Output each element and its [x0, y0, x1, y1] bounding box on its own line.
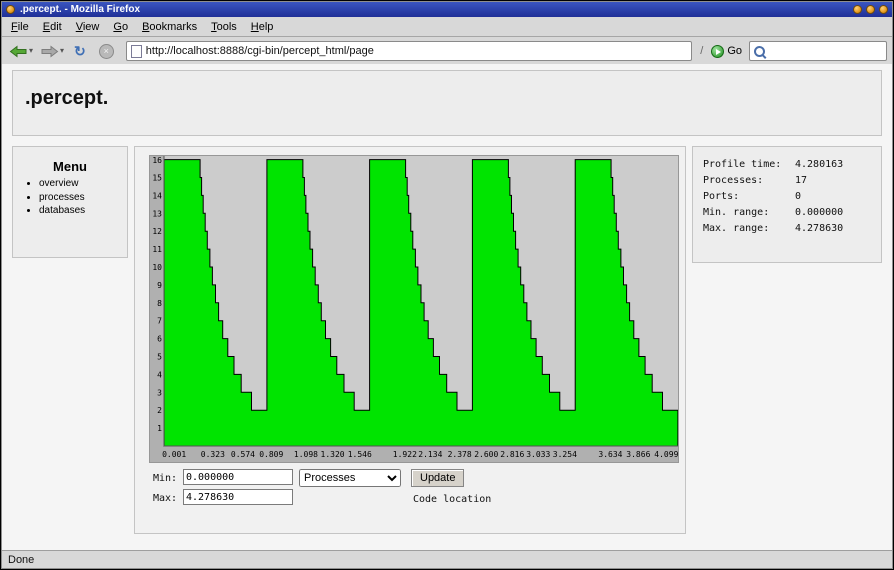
svg-text:7: 7 [157, 317, 162, 326]
stop-button[interactable]: × [94, 43, 119, 60]
max-label: Max: [153, 493, 177, 504]
svg-text:3.033: 3.033 [526, 450, 550, 459]
menu-list: overview processes databases [39, 177, 127, 218]
stop-icon: × [99, 44, 114, 59]
svg-text:16: 16 [152, 156, 162, 165]
svg-text:9: 9 [157, 281, 162, 290]
process-activity-chart: 16 15 14 13 12 11 10 9 8 7 6 5 4 3 2 1 0.001 0.323 0.574 0.… [149, 155, 679, 463]
menu-file[interactable]: File [4, 19, 36, 35]
svg-text:3: 3 [157, 388, 162, 397]
svg-text:10: 10 [152, 263, 162, 272]
reload-icon: ↻ [71, 43, 89, 60]
info-row-min-range: Min. range:0.000000 [703, 205, 881, 221]
svg-text:12: 12 [152, 227, 162, 236]
svg-text:2.134: 2.134 [418, 450, 442, 459]
separator: / [699, 45, 704, 57]
page-title: .percept. [25, 87, 881, 110]
reload-button[interactable]: ↻ [69, 42, 91, 61]
svg-text:14: 14 [152, 191, 162, 200]
sidebar-item-processes[interactable]: processes [39, 191, 127, 205]
profile-info-panel: Profile time:4.280163 Processes:17 Ports… [692, 146, 882, 263]
info-row-processes: Processes:17 [703, 173, 881, 189]
go-icon [711, 45, 724, 58]
svg-text:8: 8 [157, 299, 162, 308]
page-header: .percept. [12, 70, 882, 136]
graph-panel: 16 15 14 13 12 11 10 9 8 7 6 5 4 3 2 1 0.001 0.323 0.574 0.… [134, 146, 686, 534]
svg-text:3.634: 3.634 [598, 450, 622, 459]
statusbar: Done [2, 550, 892, 568]
menu-edit[interactable]: Edit [36, 19, 69, 35]
window-menu-button[interactable] [6, 5, 15, 14]
menu-heading: Menu [13, 159, 127, 174]
svg-text:2.378: 2.378 [448, 450, 472, 459]
close-button[interactable] [879, 5, 888, 14]
back-button[interactable]: ▾ [7, 44, 35, 59]
info-row-max-range: Max. range:4.278630 [703, 221, 881, 237]
chevron-down-icon: ▾ [29, 47, 33, 55]
svg-text:0.001: 0.001 [162, 450, 186, 459]
search-bar [749, 41, 887, 61]
back-icon [9, 45, 28, 58]
window-controls [853, 5, 888, 14]
svg-text:2.600: 2.600 [474, 450, 498, 459]
svg-text:6: 6 [157, 335, 162, 344]
svg-text:2.816: 2.816 [500, 450, 524, 459]
titlebar: .percept. - Mozilla Firefox [2, 2, 892, 17]
min-label: Min: [153, 473, 177, 484]
menubar: File Edit View Go Bookmarks Tools Help [2, 17, 892, 37]
sidebar-item-overview[interactable]: overview [39, 177, 127, 191]
svg-text:1.320: 1.320 [321, 450, 345, 459]
svg-text:0.809: 0.809 [259, 450, 283, 459]
browser-content: .percept. Menu overview processes databa… [2, 64, 892, 551]
menu-help[interactable]: Help [244, 19, 281, 35]
update-button[interactable]: Update [411, 469, 464, 487]
window-title: .percept. - Mozilla Firefox [20, 4, 848, 15]
svg-text:1.546: 1.546 [348, 450, 372, 459]
url-input[interactable] [146, 45, 687, 57]
info-row-ports: Ports:0 [703, 189, 881, 205]
svg-text:3.254: 3.254 [553, 450, 577, 459]
sidebar-item-databases[interactable]: databases [39, 204, 127, 218]
graph-type-select[interactable]: Processes [299, 469, 401, 487]
svg-text:1.098: 1.098 [294, 450, 318, 459]
svg-text:0.574: 0.574 [231, 450, 255, 459]
forward-icon [40, 45, 59, 58]
svg-text:2: 2 [157, 406, 162, 415]
navigation-toolbar: ▾ ▾ ↻ × / Go [2, 37, 892, 66]
info-row-profile-time: Profile time:4.280163 [703, 157, 881, 173]
menu-go[interactable]: Go [106, 19, 135, 35]
svg-text:4: 4 [157, 370, 162, 379]
page-icon [131, 45, 142, 58]
search-icon [754, 46, 765, 57]
maximize-button[interactable] [866, 5, 875, 14]
menu-tools[interactable]: Tools [204, 19, 244, 35]
svg-text:1.922: 1.922 [393, 450, 417, 459]
svg-text:4.099: 4.099 [654, 450, 678, 459]
menu-bookmarks[interactable]: Bookmarks [135, 19, 204, 35]
location-bar [126, 41, 692, 61]
svg-text:5: 5 [157, 352, 162, 361]
forward-button[interactable]: ▾ [38, 44, 66, 59]
code-location-label: Code location [413, 494, 491, 505]
minimize-button[interactable] [853, 5, 862, 14]
firefox-window: .percept. - Mozilla Firefox File Edit Vi… [1, 1, 893, 569]
menu-view[interactable]: View [69, 19, 107, 35]
svg-text:3.866: 3.866 [626, 450, 650, 459]
status-text: Done [2, 554, 34, 566]
min-input[interactable] [183, 469, 293, 485]
svg-text:13: 13 [152, 209, 162, 218]
sidebar-menu: Menu overview processes databases [12, 146, 128, 258]
svg-text:0.323: 0.323 [201, 450, 225, 459]
svg-text:1: 1 [157, 424, 162, 433]
max-input[interactable] [183, 489, 293, 505]
chevron-down-icon: ▾ [60, 47, 64, 55]
svg-text:11: 11 [152, 245, 162, 254]
search-input[interactable] [769, 45, 894, 57]
go-button[interactable]: Go [707, 44, 746, 59]
svg-text:15: 15 [152, 173, 162, 182]
